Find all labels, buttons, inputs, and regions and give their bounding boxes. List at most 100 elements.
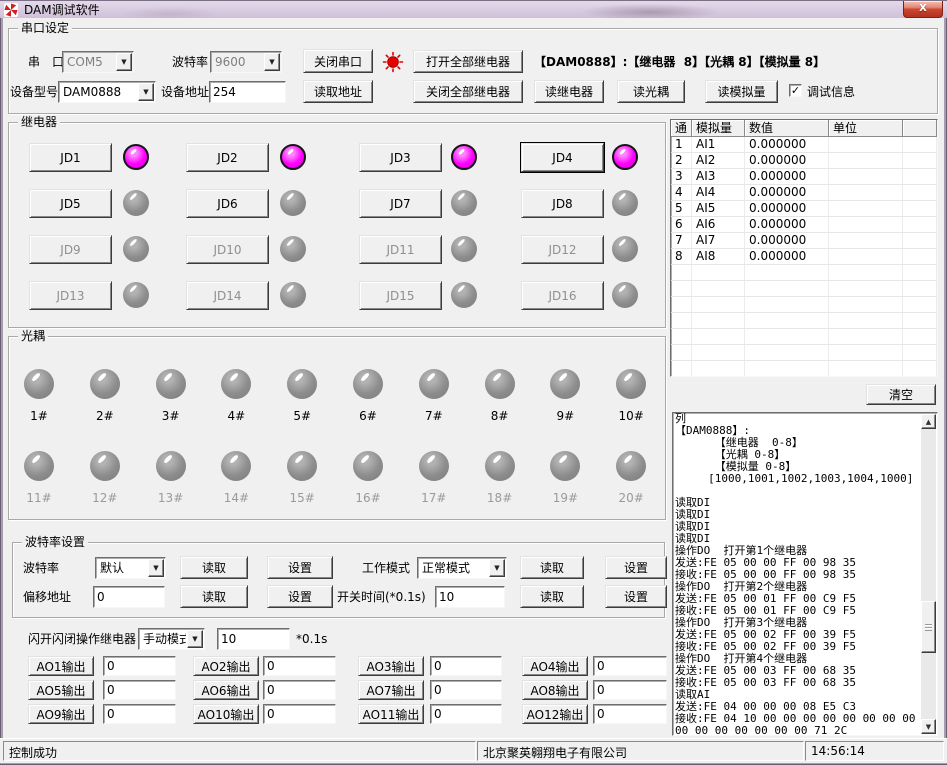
scroll-up-icon[interactable]: ▲ — [921, 414, 936, 429]
workmode-combobox[interactable]: 正常模式 ▼ — [417, 557, 507, 579]
open-all-relays-button[interactable]: 打开全部继电器 — [413, 50, 523, 73]
ao-value-field-6[interactable] — [263, 680, 336, 700]
offset-addr-field[interactable] — [93, 586, 165, 608]
table-cell — [829, 313, 903, 328]
ao-value-field-9[interactable] — [103, 704, 176, 724]
table-cell — [903, 169, 937, 184]
table-cell: 1 — [671, 137, 692, 152]
opto-label-16: 16# — [346, 491, 390, 505]
ao-value-field-5[interactable] — [103, 680, 176, 700]
workmode-set-button[interactable]: 设置 — [605, 556, 667, 579]
device-addr-field[interactable] — [209, 81, 286, 103]
close-all-relays-button[interactable]: 关闭全部继电器 — [413, 80, 523, 103]
read-analog-button[interactable]: 读模拟量 — [705, 80, 778, 103]
baudrate-read-button[interactable]: 读取 — [180, 556, 248, 579]
table-row[interactable]: 2AI20.000000 — [671, 153, 937, 169]
log-scrollbar[interactable]: ▲ ▼ — [921, 414, 936, 734]
scrollbar-thumb[interactable] — [921, 601, 936, 653]
relay-button-jd5[interactable]: JD5 — [29, 189, 112, 218]
switchtime-read-button[interactable]: 读取 — [520, 585, 584, 608]
baudrate-combobox[interactable]: 默认 ▼ — [95, 557, 166, 579]
ao-value-field-7[interactable] — [430, 680, 502, 700]
status-bar: 控制成功 北京聚英翱翔电子有限公司 14:56:14 — [0, 738, 947, 763]
table-cell — [903, 345, 937, 360]
opto-led-9 — [550, 369, 580, 399]
table-cell — [829, 137, 903, 152]
ao-value-field-2[interactable] — [263, 656, 336, 676]
table-row[interactable]: 8AI80.000000 — [671, 249, 937, 265]
ao-button-AO7[interactable]: AO7输出 — [358, 680, 424, 700]
relay-button-jd2[interactable]: JD2 — [186, 143, 269, 172]
close-button[interactable]: X — [903, 1, 943, 18]
table-empty-row — [671, 297, 937, 313]
read-opto-button[interactable]: 读光耦 — [617, 80, 685, 103]
table-row[interactable]: 7AI70.000000 — [671, 233, 937, 249]
comm-log-panel[interactable]: 列 【DAM0888】: 【继电器 0-8】 【光耦 0-8】 【模拟量 0-8… — [672, 412, 938, 736]
table-row[interactable]: 6AI60.000000 — [671, 217, 937, 233]
opto-label-3: 3# — [149, 409, 193, 423]
baudrate-label: 波特率 — [23, 561, 59, 575]
table-empty-row — [671, 329, 937, 345]
table-cell — [671, 329, 692, 344]
table-row[interactable]: 1AI10.000000 — [671, 137, 937, 153]
debug-info-checkbox[interactable]: ✓ — [789, 84, 802, 97]
switchtime-label: 开关时间(*0.1s) — [337, 590, 426, 604]
relay-button-jd8[interactable]: JD8 — [521, 189, 604, 218]
table-empty-row — [671, 345, 937, 361]
ao-value-field-8[interactable] — [593, 680, 667, 700]
ao-button-AO6[interactable]: AO6输出 — [193, 680, 259, 700]
ao-value-field-3[interactable] — [430, 656, 502, 676]
opto-led-14 — [221, 451, 251, 481]
table-cell: AI8 — [692, 249, 745, 264]
ao-button-AO11[interactable]: AO11输出 — [358, 704, 424, 724]
opto-led-10 — [616, 369, 646, 399]
model-combobox[interactable]: DAM0888 ▼ — [58, 81, 156, 103]
workmode-label: 工作模式 — [362, 561, 410, 575]
table-cell — [671, 313, 692, 328]
app-logo-icon — [4, 3, 18, 17]
opto-group-title: 光耦 — [18, 330, 48, 343]
read-addr-button[interactable]: 读取地址 — [303, 80, 373, 103]
opto-led-4 — [221, 369, 251, 399]
ao-value-field-4[interactable] — [593, 656, 667, 676]
ao-button-AO12[interactable]: AO12输出 — [522, 704, 588, 724]
ao-button-AO4[interactable]: AO4输出 — [522, 656, 588, 676]
close-serial-button[interactable]: 关闭串口 — [303, 49, 373, 73]
relay-led-jd1 — [123, 144, 149, 170]
ao-button-AO3[interactable]: AO3输出 — [358, 656, 424, 676]
opto-led-12 — [90, 451, 120, 481]
relay-button-jd4[interactable]: JD4 — [521, 143, 604, 172]
opto-label-11: 11# — [17, 491, 61, 505]
switchtime-field[interactable] — [435, 586, 505, 608]
offset-read-button[interactable]: 读取 — [180, 585, 248, 608]
table-cell — [829, 361, 903, 376]
ao-button-AO8[interactable]: AO8输出 — [522, 680, 588, 700]
relay-button-jd7[interactable]: JD7 — [359, 189, 442, 218]
ao-value-field-10[interactable] — [263, 704, 336, 724]
read-relay-button[interactable]: 读继电器 — [534, 80, 604, 103]
ao-button-AO2[interactable]: AO2输出 — [193, 656, 259, 676]
workmode-read-button[interactable]: 读取 — [520, 556, 584, 579]
relay-button-jd3[interactable]: JD3 — [359, 143, 442, 172]
clear-log-button[interactable]: 清空 — [866, 384, 936, 405]
relay-button-jd1[interactable]: JD1 — [29, 143, 112, 172]
switchtime-set-button[interactable]: 设置 — [605, 585, 667, 608]
ao-value-field-12[interactable] — [593, 704, 667, 724]
ao-value-field-1[interactable] — [103, 656, 176, 676]
table-row[interactable]: 4AI40.000000 — [671, 185, 937, 201]
relay-button-jd15: JD15 — [359, 281, 442, 310]
flash-mode-combobox[interactable]: 手动模式 ▼ — [138, 628, 205, 650]
ao-button-AO5[interactable]: AO5输出 — [28, 680, 94, 700]
flash-time-field[interactable] — [217, 628, 290, 650]
relay-button-jd6[interactable]: JD6 — [186, 189, 269, 218]
offset-set-button[interactable]: 设置 — [267, 585, 333, 608]
table-row[interactable]: 3AI30.000000 — [671, 169, 937, 185]
ao-button-AO9[interactable]: AO9输出 — [28, 704, 94, 724]
baudrate-set-button[interactable]: 设置 — [267, 556, 333, 579]
table-row[interactable]: 5AI50.000000 — [671, 201, 937, 217]
ao-button-AO10[interactable]: AO10输出 — [193, 704, 259, 724]
scroll-down-icon[interactable]: ▼ — [921, 719, 936, 734]
table-cell — [692, 281, 745, 296]
ao-value-field-11[interactable] — [430, 704, 502, 724]
ao-button-AO1[interactable]: AO1输出 — [28, 656, 94, 676]
